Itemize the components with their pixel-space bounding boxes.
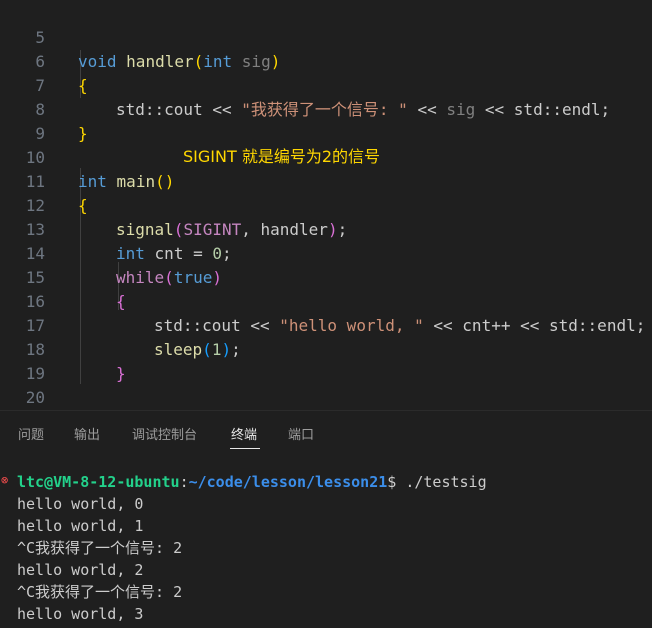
tab-terminal[interactable]: 终端 (231, 427, 257, 445)
prompt: ltc@VM-8-12-ubuntu:~/code/lesson/lesson2… (17, 473, 487, 491)
code-line[interactable]: 8 } (0, 74, 652, 143)
tab-debug-console[interactable]: 调试控制台 (132, 427, 197, 445)
code-line[interactable]: 12 signal(SIGINT, handler); (0, 170, 652, 239)
code-line[interactable]: 15 { (0, 242, 652, 311)
code-line[interactable]: 19 (0, 338, 652, 383)
panel-tabs: 问题 输出 调试控制台 终端 端口 (0, 411, 652, 461)
code-line[interactable]: 17 sleep(1); (0, 290, 652, 359)
bottom-panel: 问题 输出 调试控制台 终端 端口 ⊗ ltc@VM-8-12-ubuntu:~… (0, 410, 652, 628)
terminal-line: ^C我获得了一个信号: 2 (17, 539, 183, 557)
code-line[interactable]: 10 int main() (0, 122, 652, 191)
terminal-prompt-line: ⊗ ltc@VM-8-12-ubuntu:~/code/lesson/lesso… (0, 471, 652, 493)
code-line[interactable]: 9 (0, 98, 652, 143)
tab-problems[interactable]: 问题 (18, 427, 44, 445)
code-line[interactable]: 16 std::cout << "hello world, " << cnt++… (0, 266, 652, 335)
code-line[interactable]: 20 return 0; (0, 362, 652, 407)
code-line[interactable]: 21 } (0, 386, 652, 410)
tab-ports[interactable]: 端口 (288, 427, 314, 445)
code-line[interactable]: 18 } (0, 314, 652, 383)
error-status-icon[interactable]: ⊗ (1, 474, 12, 486)
tab-output[interactable]: 输出 (74, 427, 100, 445)
overlay-annotation: SIGINT 就是编号为2的信号 (183, 147, 381, 166)
terminal-line: ^C我获得了一个信号: 2 (17, 583, 183, 601)
terminal-line: hello world, 1 (17, 517, 144, 535)
active-tab-indicator (230, 448, 260, 449)
code-line[interactable]: 13 int cnt = 0; (0, 194, 652, 263)
code-line[interactable]: 7 std::cout << "我获得了一个信号: " << sig << st… (0, 50, 652, 119)
terminal-line: hello world, 3 (17, 605, 144, 623)
terminal-line: hello world, 0 (17, 495, 144, 513)
terminal-line: hello world, 2 (17, 561, 144, 579)
code-line[interactable]: 6 { (0, 26, 652, 95)
code-editor[interactable]: 5 void handler(int sig) 6 { 7 std::cout … (0, 0, 652, 410)
code-line[interactable]: 14 while(true) (0, 218, 652, 287)
code-line[interactable]: 5 void handler(int sig) (0, 2, 652, 71)
